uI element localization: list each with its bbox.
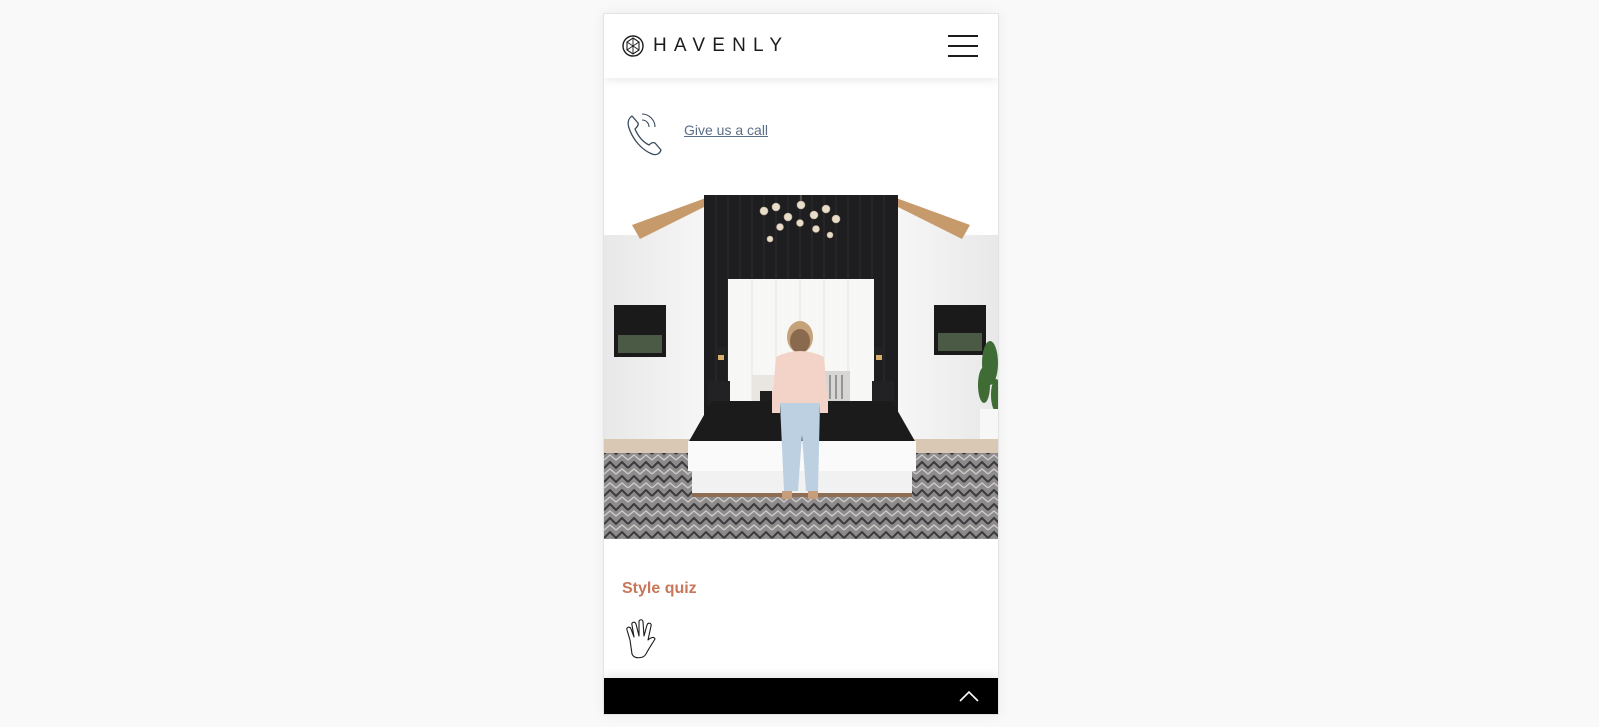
chevron-up-icon[interactable] <box>958 686 980 706</box>
phone-icon <box>627 113 662 156</box>
menu-button[interactable] <box>948 33 980 59</box>
site-header: HAVENLY <box>604 14 998 78</box>
contact-row: Give us a call <box>604 78 998 208</box>
waving-hand-icon <box>626 619 656 659</box>
mobile-viewport: HAVENLY Give us a call Style quiz <box>603 13 999 715</box>
bedroom-hero-image <box>604 195 998 539</box>
style-quiz-title[interactable]: Style quiz <box>622 579 697 599</box>
havenly-logo-text[interactable]: HAVENLY <box>653 33 789 59</box>
hamburger-icon-line <box>948 55 978 57</box>
hamburger-icon <box>948 35 978 37</box>
havenly-logo-icon[interactable] <box>622 35 644 57</box>
bottom-bar <box>604 678 998 714</box>
hamburger-icon-line <box>948 45 978 47</box>
give-us-a-call-link[interactable]: Give us a call <box>684 122 768 138</box>
